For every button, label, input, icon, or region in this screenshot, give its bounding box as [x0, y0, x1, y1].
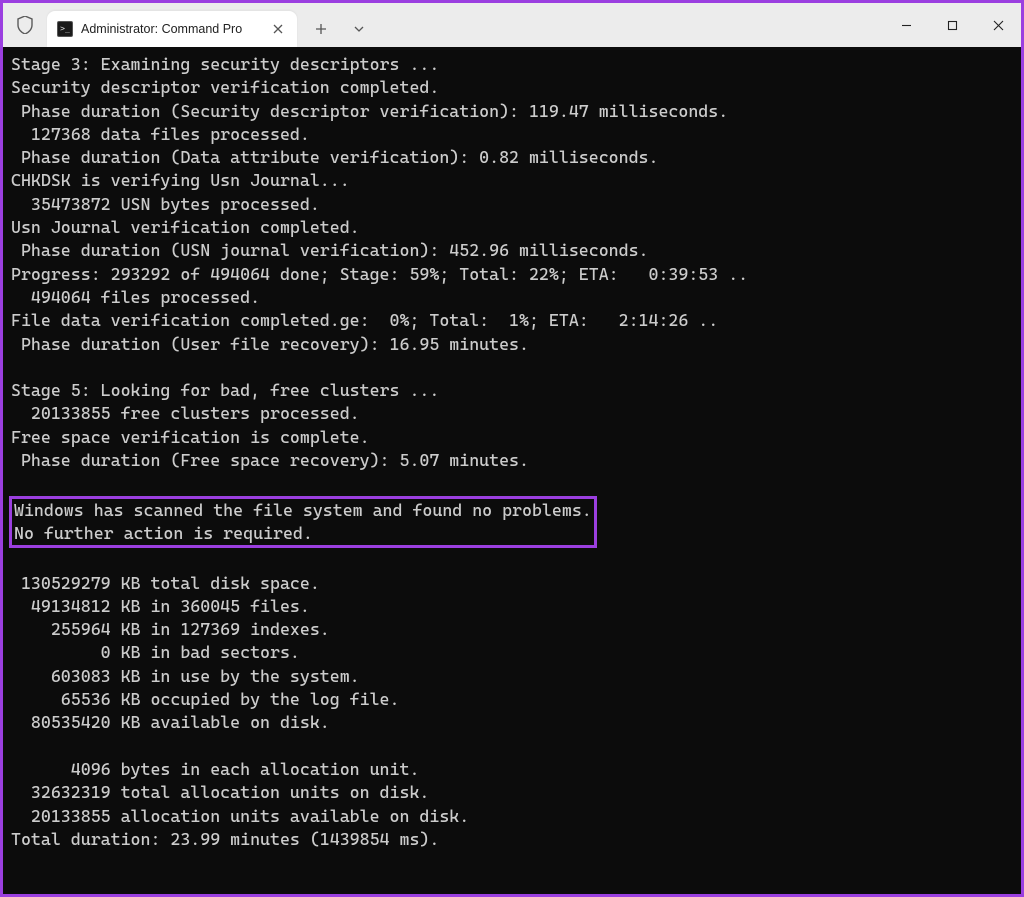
tab-active[interactable]: >_ Administrator: Command Pro — [47, 11, 297, 47]
output-line: File data verification completed.ge: 0%;… — [11, 310, 718, 330]
output-line: 0 KB in bad sectors. — [11, 642, 300, 662]
output-line: Phase duration (User file recovery): 16.… — [11, 334, 529, 354]
output-line: No further action is required. — [14, 523, 313, 543]
output-line: Free space verification is complete. — [11, 427, 370, 447]
output-line: 65536 KB occupied by the log file. — [11, 689, 399, 709]
output-line: 130529279 KB total disk space. — [11, 573, 320, 593]
output-line: Phase duration (Security descriptor veri… — [11, 101, 728, 121]
output-line: Progress: 293292 of 494064 done; Stage: … — [11, 264, 748, 284]
output-line: 603083 KB in use by the system. — [11, 666, 360, 686]
output-line: Stage 3: Examining security descriptors … — [11, 54, 439, 74]
titlebar: >_ Administrator: Command Pro — [3, 3, 1021, 47]
new-tab-button[interactable] — [305, 13, 337, 45]
output-line: 127368 data files processed. — [11, 124, 310, 144]
output-line: 255964 KB in 127369 indexes. — [11, 619, 330, 639]
window-controls — [883, 3, 1021, 47]
tab-actions — [305, 13, 375, 45]
output-line: 49134812 KB in 360045 files. — [11, 596, 310, 616]
terminal-output[interactable]: Stage 3: Examining security descriptors … — [3, 47, 1021, 894]
output-line: 80535420 KB available on disk. — [11, 712, 330, 732]
result-highlight: Windows has scanned the file system and … — [9, 496, 597, 549]
output-line: Usn Journal verification completed. — [11, 217, 360, 237]
output-line: Stage 5: Looking for bad, free clusters … — [11, 380, 439, 400]
cmd-icon: >_ — [57, 21, 73, 37]
tab-title: Administrator: Command Pro — [81, 22, 261, 36]
output-line: 32632319 total allocation units on disk. — [11, 782, 429, 802]
close-button[interactable] — [975, 3, 1021, 47]
shield-icon — [3, 3, 47, 47]
maximize-button[interactable] — [929, 3, 975, 47]
app-window: >_ Administrator: Command Pro — [0, 0, 1024, 897]
output-line: Windows has scanned the file system and … — [14, 500, 592, 520]
output-line: 494064 files processed. — [11, 287, 260, 307]
output-line: Security descriptor verification complet… — [11, 77, 439, 97]
output-line: 20133855 allocation units available on d… — [11, 806, 469, 826]
output-line: 4096 bytes in each allocation unit. — [11, 759, 419, 779]
output-line: 20133855 free clusters processed. — [11, 403, 360, 423]
output-line: 35473872 USN bytes processed. — [11, 194, 320, 214]
output-line: CHKDSK is verifying Usn Journal... — [11, 170, 350, 190]
tab-close-button[interactable] — [269, 20, 287, 38]
output-line: Phase duration (Data attribute verificat… — [11, 147, 658, 167]
minimize-button[interactable] — [883, 3, 929, 47]
output-line: Phase duration (USN journal verification… — [11, 240, 649, 260]
tab-dropdown-button[interactable] — [343, 13, 375, 45]
output-line: Phase duration (Free space recovery): 5.… — [11, 450, 529, 470]
output-line: Total duration: 23.99 minutes (1439854 m… — [11, 829, 439, 849]
